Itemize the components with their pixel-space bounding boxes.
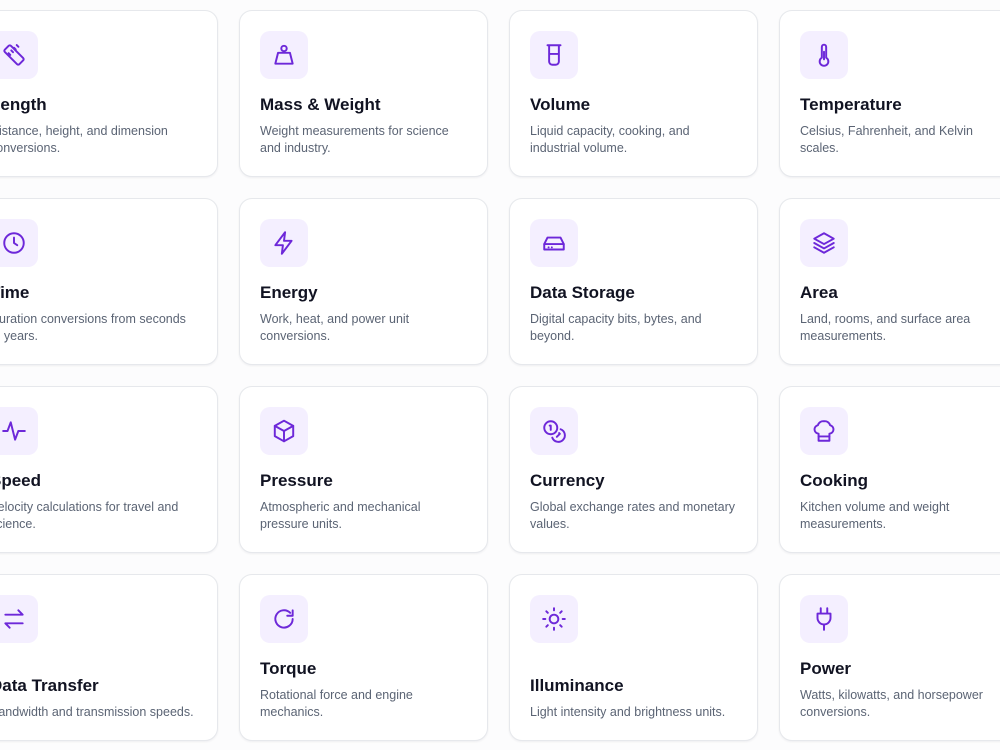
weight-icon bbox=[260, 31, 308, 79]
category-description: Bandwidth and transmission speeds. bbox=[0, 705, 194, 719]
coins-icon bbox=[530, 407, 578, 455]
category-card-energy[interactable]: Energy Work, heat, and power unit conver… bbox=[239, 198, 488, 365]
category-title: Time bbox=[0, 283, 30, 302]
category-title: Volume bbox=[530, 95, 591, 114]
plug-icon bbox=[800, 595, 848, 643]
category-title: Speed bbox=[0, 471, 42, 490]
category-title: Illuminance bbox=[530, 676, 624, 695]
category-card-pressure[interactable]: Pressure Atmospheric and mechanical pres… bbox=[239, 386, 488, 553]
category-description: Duration conversions from seconds to yea… bbox=[0, 312, 186, 343]
category-card-area[interactable]: Area Land, rooms, and surface area measu… bbox=[779, 198, 1000, 365]
clock-icon bbox=[0, 219, 38, 267]
category-card-illuminance[interactable]: Illuminance Light intensity and brightne… bbox=[509, 574, 758, 741]
category-title: Area bbox=[800, 283, 838, 302]
category-title: Pressure bbox=[260, 471, 333, 490]
beaker-icon bbox=[530, 31, 578, 79]
category-card-mass-weight[interactable]: Mass & Weight Weight measurements for sc… bbox=[239, 10, 488, 177]
rotate-icon bbox=[260, 595, 308, 643]
category-card-power[interactable]: Power Watts, kilowatts, and horsepower c… bbox=[779, 574, 1000, 741]
category-description: Weight measurements for science and indu… bbox=[260, 124, 449, 155]
category-description: Rotational force and engine mechanics. bbox=[260, 688, 413, 719]
category-card-cooking[interactable]: Cooking Kitchen volume and weight measur… bbox=[779, 386, 1000, 553]
category-description: Distance, height, and dimension conversi… bbox=[0, 124, 168, 155]
category-card-torque[interactable]: Torque Rotational force and engine mecha… bbox=[239, 574, 488, 741]
category-description: Kitchen volume and weight measurements. bbox=[800, 500, 950, 531]
category-description: Light intensity and brightness units. bbox=[530, 705, 726, 719]
category-grid: Length Distance, height, and dimension c… bbox=[0, 10, 1000, 741]
category-card-data-storage[interactable]: Data Storage Digital capacity bits, byte… bbox=[509, 198, 758, 365]
category-card-time[interactable]: Time Duration conversions from seconds t… bbox=[0, 198, 218, 365]
category-description: Work, heat, and power unit conversions. bbox=[260, 312, 410, 343]
layers-icon bbox=[800, 219, 848, 267]
category-title: Temperature bbox=[800, 95, 902, 114]
pulse-icon bbox=[0, 407, 38, 455]
category-title: Data Transfer bbox=[0, 676, 99, 695]
category-title: Length bbox=[0, 95, 47, 114]
category-title: Cooking bbox=[800, 471, 868, 490]
chef-hat-icon bbox=[800, 407, 848, 455]
category-description: Global exchange rates and monetary value… bbox=[530, 500, 735, 531]
category-card-length[interactable]: Length Distance, height, and dimension c… bbox=[0, 10, 218, 177]
category-description: Watts, kilowatts, and horsepower convers… bbox=[800, 688, 983, 719]
ruler-icon bbox=[0, 31, 38, 79]
category-card-volume[interactable]: Volume Liquid capacity, cooking, and ind… bbox=[509, 10, 758, 177]
cube-icon bbox=[260, 407, 308, 455]
category-description: Atmospheric and mechanical pressure unit… bbox=[260, 500, 421, 531]
category-card-currency[interactable]: Currency Global exchange rates and monet… bbox=[509, 386, 758, 553]
category-title: Mass & Weight bbox=[260, 95, 381, 114]
category-card-temperature[interactable]: Temperature Celsius, Fahrenheit, and Kel… bbox=[779, 10, 1000, 177]
viewport: Length Distance, height, and dimension c… bbox=[0, 0, 1000, 750]
category-title: Currency bbox=[530, 471, 605, 490]
category-title: Data Storage bbox=[530, 283, 635, 302]
sun-icon bbox=[530, 595, 578, 643]
thermometer-icon bbox=[800, 31, 848, 79]
category-title: Power bbox=[800, 659, 852, 678]
category-description: Liquid capacity, cooking, and industrial… bbox=[530, 124, 690, 155]
category-description: Digital capacity bits, bytes, and beyond… bbox=[530, 312, 702, 343]
category-description: Velocity calculations for travel and sci… bbox=[0, 500, 179, 531]
category-card-data-transfer[interactable]: Data Transfer Bandwidth and transmission… bbox=[0, 574, 218, 741]
category-title: Torque bbox=[260, 659, 317, 678]
category-card-speed[interactable]: Speed Velocity calculations for travel a… bbox=[0, 386, 218, 553]
hard-drive-icon bbox=[530, 219, 578, 267]
category-title: Energy bbox=[260, 283, 318, 302]
arrows-exchange-icon bbox=[0, 595, 38, 643]
category-description: Land, rooms, and surface area measuremen… bbox=[800, 312, 971, 343]
lightning-icon bbox=[260, 219, 308, 267]
category-description: Celsius, Fahrenheit, and Kelvin scales. bbox=[800, 124, 974, 155]
